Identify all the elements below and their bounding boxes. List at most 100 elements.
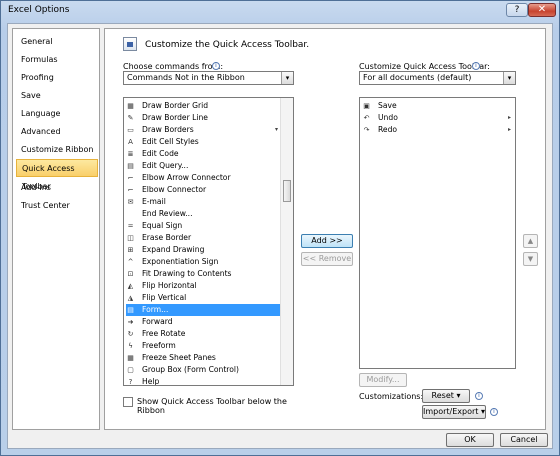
chevron-down-icon[interactable]: ▾ (281, 72, 293, 84)
command-item[interactable]: ? Help (126, 376, 280, 386)
command-item[interactable]: ▦ Freeze Sheet Panes (126, 352, 280, 364)
cancel-button[interactable]: Cancel (500, 433, 548, 447)
command-icon: ⌐ (127, 174, 134, 182)
command-item[interactable]: ✎ Draw Border Line (126, 112, 280, 124)
command-label: Equal Sign (142, 221, 183, 230)
command-icon: ≣ (127, 150, 134, 158)
nav-item-proofing[interactable]: Proofing (16, 69, 98, 87)
choose-commands-value: Commands Not in the Ribbon (127, 73, 245, 82)
chevron-down-icon: ▾ (456, 391, 461, 400)
toolbar-items-list[interactable]: ▣ Save ↶ Undo ▸ ↷ Redo ▸ (359, 97, 516, 369)
nav-item-formulas[interactable]: Formulas (16, 51, 98, 69)
toolbar-item[interactable]: ↶ Undo ▸ (362, 112, 513, 124)
toolbar-item-label: Save (378, 101, 397, 110)
move-up-button[interactable]: ▲ (523, 234, 538, 248)
reset-button[interactable]: Reset ▾ (422, 389, 470, 403)
show-below-ribbon-checkbox[interactable] (123, 397, 133, 407)
command-item[interactable]: ◫ Erase Border (126, 232, 280, 244)
command-icon: ◫ (127, 234, 134, 242)
command-item[interactable]: ⌐ Elbow Arrow Connector (126, 172, 280, 184)
nav-item-quick-access-toolbar[interactable]: Quick Access Toolbar (16, 159, 98, 191)
ok-button[interactable]: OK (446, 433, 494, 447)
command-label: Free Rotate (142, 329, 186, 338)
import-export-info-icon[interactable]: i (490, 408, 498, 416)
toolbar-item[interactable]: ▣ Save (362, 100, 513, 112)
command-item[interactable]: ➜ Forward (126, 316, 280, 328)
customize-qat-dropdown[interactable]: For all documents (default) ▾ (359, 71, 516, 85)
commands-list-scrollbar[interactable] (280, 98, 293, 385)
command-item[interactable]: = Equal Sign (126, 220, 280, 232)
nav-item-add-ins[interactable]: Add-Ins (16, 179, 98, 197)
command-label: End Review... (142, 209, 193, 218)
command-label: Flip Vertical (142, 293, 187, 302)
command-item[interactable]: ▢ Group Box (Form Control) (126, 364, 280, 376)
command-label: Draw Borders (142, 125, 194, 134)
command-icon: ▤ (127, 306, 134, 314)
commands-list[interactable]: ▦ Draw Border Grid ✎ Draw Border Line ▭ Draw … (123, 97, 294, 386)
show-below-ribbon-label-line2: Ribbon (137, 406, 165, 415)
chevron-down-icon[interactable]: ▾ (503, 72, 515, 84)
modify-button[interactable]: Modify... (359, 373, 407, 387)
command-item[interactable]: ϟ Freeform (126, 340, 280, 352)
command-label: Edit Cell Styles (142, 137, 199, 146)
command-item[interactable]: ↻ Free Rotate (126, 328, 280, 340)
command-label: Expand Drawing (142, 245, 205, 254)
remove-button[interactable]: << Remove (301, 252, 353, 266)
command-label: Freeform (142, 341, 176, 350)
title-bar[interactable]: Excel Options ? ✕ (1, 1, 559, 23)
command-item[interactable]: ◮ Flip Vertical (126, 292, 280, 304)
command-item[interactable]: ✉ E-mail (126, 196, 280, 208)
command-item[interactable]: A Edit Cell Styles (126, 136, 280, 148)
command-label: Elbow Connector (142, 185, 207, 194)
customizations-label: Customizations: (359, 392, 424, 401)
command-item[interactable]: ▭ Draw Borders ▾ (126, 124, 280, 136)
command-item[interactable]: ⊞ Expand Drawing (126, 244, 280, 256)
command-item[interactable]: ◭ Flip Horizontal (126, 280, 280, 292)
nav-item-language[interactable]: Language (16, 105, 98, 123)
submenu-indicator-icon[interactable]: ▸ (508, 124, 511, 136)
command-label: Help (142, 377, 160, 386)
close-button[interactable]: ✕ (528, 3, 556, 17)
import-export-label: Import/Export (423, 407, 479, 416)
command-item[interactable]: ▦ Draw Border Grid (126, 100, 280, 112)
command-item[interactable]: End Review... (126, 208, 280, 220)
command-label: Draw Border Grid (142, 101, 209, 110)
command-label: Fit Drawing to Contents (142, 269, 232, 278)
nav-item-trust-center[interactable]: Trust Center (16, 197, 98, 215)
help-button[interactable]: ? (506, 3, 528, 17)
nav-item-customize-ribbon[interactable]: Customize Ribbon (16, 141, 98, 159)
command-icon: ⌐ (127, 186, 134, 194)
options-nav-list: General Formulas Proofing Save Language … (12, 28, 100, 430)
command-label: Exponentiation Sign (142, 257, 219, 266)
submenu-indicator-icon[interactable]: ▾ (275, 124, 278, 136)
command-icon: ▢ (127, 366, 134, 374)
command-item[interactable]: ▤ Form... (126, 304, 280, 316)
command-item[interactable]: ▤ Edit Query... (126, 160, 280, 172)
command-icon: ↻ (127, 330, 134, 338)
command-item[interactable]: ⊡ Fit Drawing to Contents (126, 268, 280, 280)
command-item[interactable]: ⌐ Elbow Connector (126, 184, 280, 196)
choose-commands-dropdown[interactable]: Commands Not in the Ribbon ▾ (123, 71, 294, 85)
command-icon: ◮ (127, 294, 134, 302)
add-button[interactable]: Add >> (301, 234, 353, 248)
command-item[interactable]: ≣ Edit Code (126, 148, 280, 160)
toolbar-item[interactable]: ↷ Redo ▸ (362, 124, 513, 136)
excel-options-window: Excel Options ? ✕ General Formulas Proof… (0, 0, 560, 456)
nav-item-general[interactable]: General (16, 33, 98, 51)
scrollbar-thumb[interactable] (283, 180, 291, 202)
reset-info-icon[interactable]: i (475, 392, 483, 400)
reset-label: Reset (431, 391, 454, 400)
toolbar-item-icon: ↷ (363, 126, 370, 134)
submenu-indicator-icon[interactable]: ▸ (508, 112, 511, 124)
command-item[interactable]: ^ Exponentiation Sign (126, 256, 280, 268)
nav-item-save[interactable]: Save (16, 87, 98, 105)
command-icon: ◭ (127, 282, 134, 290)
nav-item-advanced[interactable]: Advanced (16, 123, 98, 141)
window-title: Excel Options (8, 5, 70, 15)
chevron-down-icon: ▾ (480, 407, 485, 416)
move-down-button[interactable]: ▼ (523, 252, 538, 266)
customize-info-icon[interactable]: i (472, 62, 480, 70)
dialog-client-area: General Formulas Proofing Save Language … (7, 23, 553, 449)
import-export-button[interactable]: Import/Export ▾ (422, 405, 486, 419)
choose-info-icon[interactable]: i (212, 62, 220, 70)
